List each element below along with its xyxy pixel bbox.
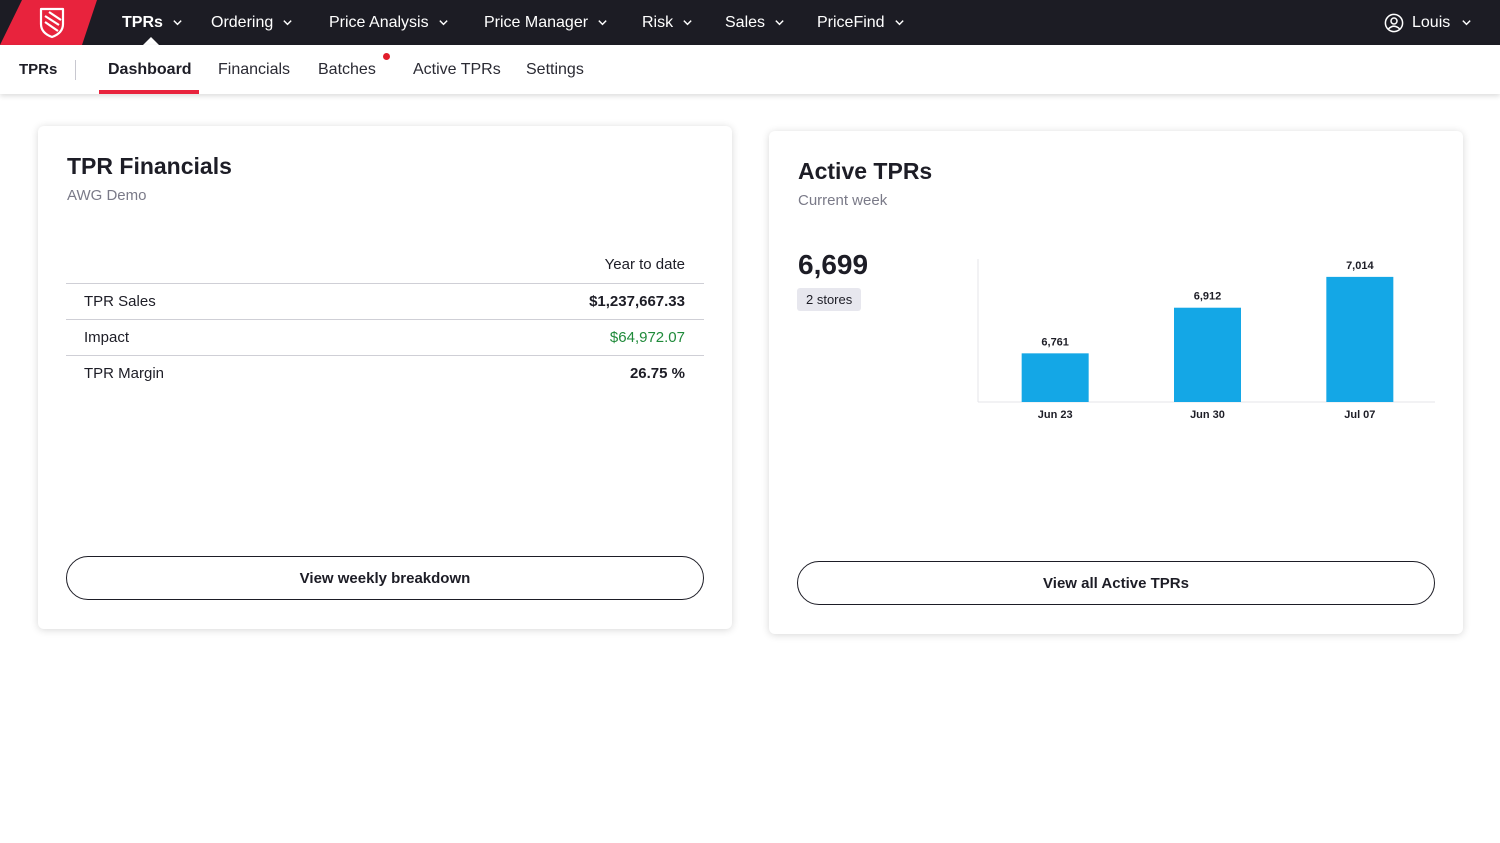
table-row: TPR Margin 26.75 % (66, 355, 704, 391)
row-value: $1,237,667.33 (589, 293, 685, 310)
app-logo-icon[interactable] (0, 0, 104, 45)
row-label: TPR Margin (84, 365, 165, 382)
divider (75, 60, 76, 80)
view-all-active-tprs-button[interactable]: View all Active TPRs (797, 561, 1435, 605)
tpr-financials-card: TPR Financials AWG Demo Year to date TPR… (38, 126, 732, 629)
bar-value-label: 6,761 (1041, 336, 1069, 348)
table-row: TPR Sales $1,237,667.33 (66, 283, 704, 319)
tab-batches[interactable]: Batches (318, 45, 376, 94)
nav-ordering[interactable]: Ordering (211, 0, 293, 45)
nav-price-manager-label: Price Manager (484, 13, 589, 31)
nav-price-manager[interactable]: Price Manager (484, 0, 608, 45)
row-label: Impact (84, 329, 130, 346)
x-tick-label: Jul 07 (1344, 409, 1375, 421)
nav-ordering-label: Ordering (211, 13, 274, 31)
active-tab-indicator (99, 90, 199, 94)
nav-price-analysis-label: Price Analysis (329, 13, 429, 31)
tab-settings[interactable]: Settings (526, 45, 584, 94)
bar-value-label: 7,014 (1346, 260, 1374, 272)
nav-sales-label: Sales (725, 13, 766, 31)
chevron-down-icon (894, 20, 904, 26)
row-value: $64,972.07 (609, 329, 685, 346)
tab-dashboard[interactable]: Dashboard (108, 45, 192, 94)
section-title: TPRs (19, 61, 58, 78)
active-tprs-bar-chart: 6,761 Jun 23 6,912 Jun 30 7,014 Jul 07 (977, 259, 1435, 421)
active-nav-caret (143, 37, 159, 45)
card-title: TPR Financials (67, 153, 232, 179)
chevron-down-icon (283, 20, 292, 26)
nav-tprs-label: TPRs (122, 13, 163, 31)
nav-price-analysis[interactable]: Price Analysis (329, 0, 449, 45)
chevron-down-icon (1462, 20, 1471, 26)
chevron-down-icon (683, 20, 692, 26)
nav-pricefind-label: PriceFind (817, 13, 885, 31)
column-header: Year to date (604, 256, 685, 273)
tab-financials[interactable]: Financials (218, 45, 290, 94)
x-tick-label: Jun 30 (1190, 409, 1225, 421)
bar-jul-07 (1326, 276, 1394, 402)
chevron-down-icon (775, 20, 784, 26)
nav-pricefind[interactable]: PriceFind (817, 0, 905, 45)
x-tick-label: Jun 23 (1038, 409, 1073, 421)
nav-sales[interactable]: Sales (725, 0, 785, 45)
chevron-down-icon (438, 20, 448, 26)
bar-value-label: 6,912 (1194, 291, 1222, 303)
notification-dot (383, 53, 390, 60)
tab-active-tprs[interactable]: Active TPRs (413, 45, 501, 94)
card-subtitle: AWG Demo (67, 187, 147, 204)
view-weekly-breakdown-button[interactable]: View weekly breakdown (66, 556, 704, 600)
nav-risk[interactable]: Risk (642, 0, 693, 45)
bar-jun-30 (1174, 307, 1241, 402)
user-menu[interactable]: Louis (1384, 0, 1472, 45)
sub-navigation-bar: TPRs Dashboard Financials Batches Active… (0, 45, 1500, 94)
chevron-down-icon (173, 20, 182, 26)
active-tprs-card: Active TPRs Current week 6,699 2 stores … (769, 131, 1463, 634)
table-row: Impact $64,972.07 (66, 319, 704, 355)
user-name: Louis (1412, 13, 1451, 31)
top-navigation-bar: TPRs Ordering Price Analysis Price Manag… (0, 0, 1500, 45)
row-label: TPR Sales (84, 293, 156, 310)
user-circle-icon (1384, 13, 1404, 32)
card-title: Active TPRs (798, 158, 933, 184)
nav-risk-label: Risk (642, 13, 674, 31)
row-value: 26.75 % (629, 365, 685, 382)
card-subtitle: Current week (798, 192, 888, 209)
active-count: 6,699 (798, 249, 869, 280)
chevron-down-icon (598, 20, 607, 26)
stores-badge: 2 stores (797, 288, 862, 311)
bar-jun-23 (1021, 353, 1089, 402)
